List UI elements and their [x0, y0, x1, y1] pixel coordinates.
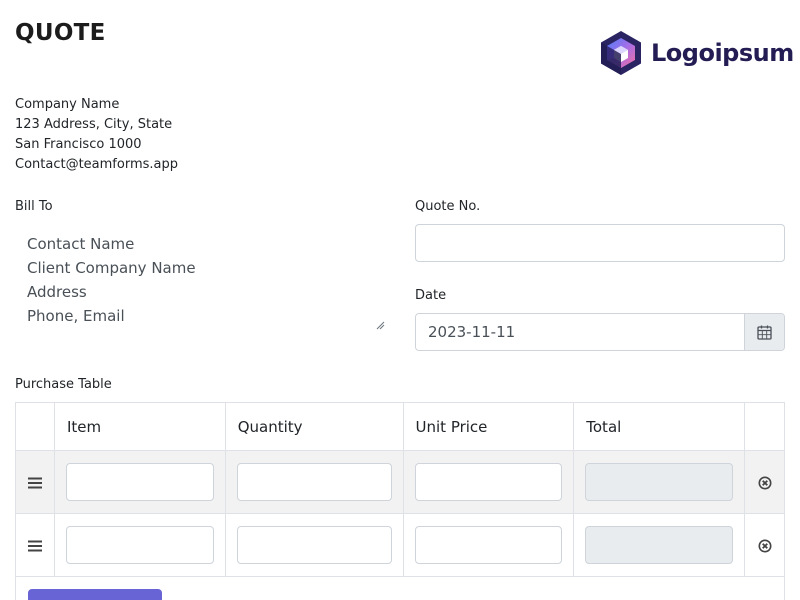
company-email: Contact@teamforms.app [15, 157, 178, 172]
bill-to-label: Bill To [15, 199, 53, 214]
logo-text: Logoipsum [651, 39, 794, 67]
unit-price-cell [402, 513, 575, 577]
drag-handle[interactable] [15, 513, 55, 577]
item-cell [53, 450, 226, 514]
purchase-table-label: Purchase Table [15, 377, 112, 392]
textarea-resize-icon[interactable] [376, 321, 385, 330]
quantity-input[interactable] [236, 526, 392, 564]
action-column-header [744, 402, 785, 451]
table-row [15, 513, 785, 577]
drag-handle[interactable] [15, 450, 55, 514]
purchase-table: Item Quantity Unit Price Total [15, 402, 785, 600]
calendar-icon [757, 325, 772, 340]
brand-logo: Logoipsum [599, 30, 794, 76]
unit-price-input[interactable] [414, 526, 563, 564]
date-field[interactable]: 2023-11-11 [415, 313, 785, 351]
logo-hexagon-icon [601, 31, 641, 75]
add-row-button[interactable] [28, 589, 162, 600]
quantity-input[interactable] [236, 463, 392, 501]
remove-row-icon[interactable] [758, 476, 772, 490]
total-cell [573, 450, 746, 514]
total-input [585, 526, 734, 564]
quote-no-input[interactable] [415, 224, 785, 262]
table-row [15, 450, 785, 514]
unit-price-input[interactable] [414, 463, 563, 501]
quote-no-label: Quote No. [415, 199, 481, 214]
date-input[interactable]: 2023-11-11 [416, 314, 744, 350]
table-header-row: Item Quantity Unit Price Total [15, 402, 785, 451]
unit-price-cell [402, 450, 575, 514]
date-picker-button[interactable] [744, 314, 784, 350]
company-name: Company Name [15, 97, 120, 112]
drag-column-header [15, 402, 55, 451]
page-title: QUOTE [15, 20, 106, 46]
drag-handle-icon[interactable] [27, 540, 42, 552]
total-cell [573, 513, 746, 577]
total-input [585, 463, 734, 501]
column-header-quantity: Quantity [224, 402, 404, 451]
column-header-unit-price: Unit Price [402, 402, 575, 451]
bill-to-textarea[interactable]: Contact Name Client Company Name Address… [15, 224, 387, 332]
drag-handle-icon[interactable] [27, 477, 42, 489]
column-header-item: Item [53, 402, 226, 451]
remove-row-cell [744, 450, 785, 514]
column-header-total: Total [573, 402, 746, 451]
company-address: 123 Address, City, State [15, 117, 173, 132]
quantity-cell [224, 513, 404, 577]
company-info: Company Name 123 Address, City, State Sa… [15, 95, 178, 175]
quantity-cell [224, 450, 404, 514]
company-city: San Francisco 1000 [15, 137, 142, 152]
remove-row-cell [744, 513, 785, 577]
item-input[interactable] [65, 463, 214, 501]
item-input[interactable] [65, 526, 214, 564]
remove-row-icon[interactable] [758, 539, 772, 553]
date-label: Date [415, 288, 447, 303]
item-cell [53, 513, 226, 577]
